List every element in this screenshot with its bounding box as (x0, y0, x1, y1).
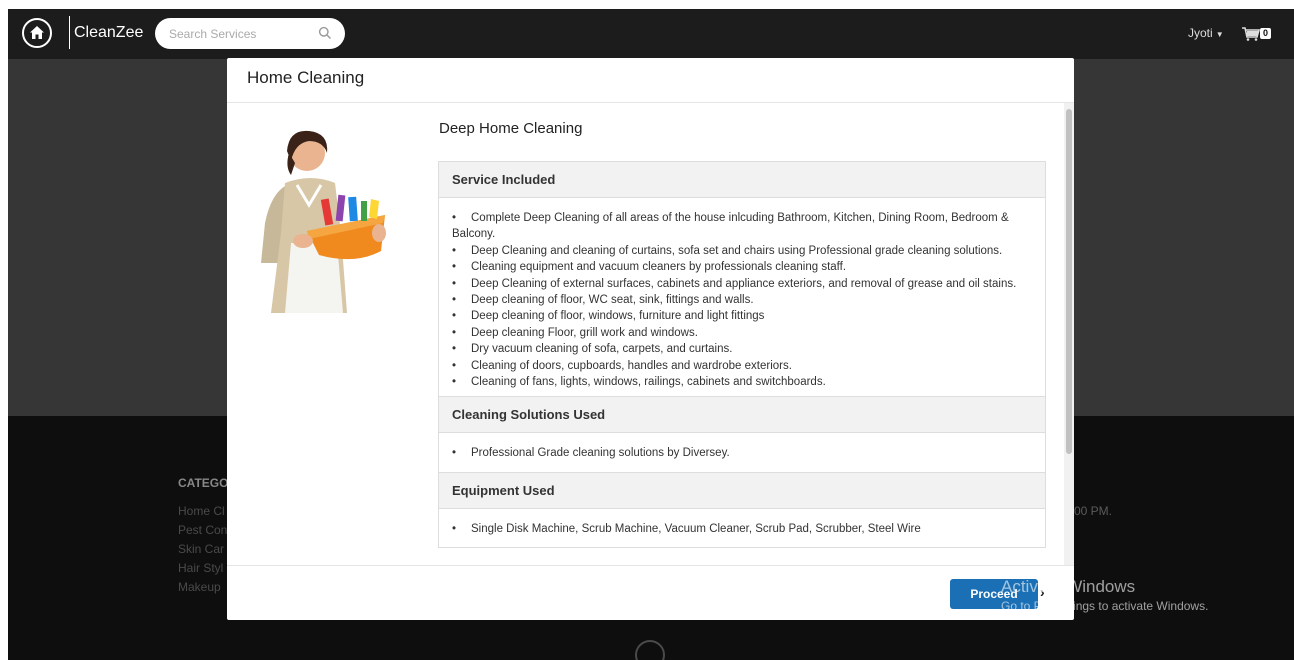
search-icon[interactable] (318, 26, 332, 40)
footer-category-link[interactable]: Skin Car (178, 542, 224, 556)
search-input[interactable] (155, 18, 345, 49)
modal-scrollbar-thumb[interactable] (1066, 109, 1072, 454)
list-item: • Dry vacuum cleaning of sofa, carpets, a… (452, 343, 733, 356)
list-item: • Professional Grade cleaning solutions b… (452, 447, 730, 460)
service-details-panel: Service Included • Complete Deep Cleaning… (438, 161, 1046, 549)
modal-body[interactable]: Deep Home Cleaning Service Included • Com… (227, 103, 1074, 565)
user-name: Jyoti (1188, 26, 1213, 40)
activate-windows-title: Activate Windows (1001, 577, 1136, 596)
list-item: • Deep Cleaning and cleaning of curtains,… (452, 244, 1003, 257)
footer-category-link[interactable]: Hair Styl (178, 561, 223, 575)
service-title: Deep Home Cleaning (439, 120, 583, 137)
service-included-list: • Complete Deep Cleaning of all areas of … (439, 198, 1045, 396)
caret-down-icon: ▼ (1215, 30, 1224, 39)
modal-title: Home Cleaning (247, 68, 365, 87)
brand-divider (69, 16, 70, 49)
cleaning-staff-illustration (261, 130, 386, 313)
list-item: • Cleaning equipment and vacuum cleaners … (452, 261, 847, 274)
list-item: • Deep cleaning of floor, WC seat, sink, … (452, 294, 754, 307)
section-heading-service-included: Service Included (439, 162, 1045, 198)
cleaning-solutions-list: • Professional Grade cleaning solutions b… (439, 433, 1045, 471)
equipment-used-list: • Single Disk Machine, Scrub Machine, Vac… (439, 509, 1045, 547)
activate-windows-subtitle: Go to PC settings to activate Windows. (1001, 599, 1209, 613)
brand-name[interactable]: CleanZee (74, 24, 143, 42)
footer-category-link[interactable]: Pest Con (178, 523, 227, 537)
cart-count-badge: 0 (1260, 28, 1271, 39)
list-item: • Deep Cleaning of external surfaces, cab… (452, 277, 1017, 290)
list-item: • Deep cleaning Floor, grill work and win… (452, 326, 698, 339)
list-item: • Deep cleaning of floor, windows, furnit… (452, 310, 765, 323)
section-heading-equipment-used: Equipment Used (439, 472, 1045, 509)
top-navbar: CleanZee Jyoti▼ 0 (8, 9, 1294, 59)
modal-footer-divider (227, 565, 1074, 566)
user-menu[interactable]: Jyoti ▼ (1188, 26, 1224, 40)
list-item: • Single Disk Machine, Scrub Machine, Vac… (452, 522, 921, 535)
footer-category-link[interactable]: Makeup (178, 580, 221, 594)
section-heading-cleaning-solutions: Cleaning Solutions Used (439, 397, 1045, 434)
service-modal: Home Cleaning Deep Home Cleaning Service… (227, 58, 1074, 620)
cart-icon[interactable] (1242, 27, 1260, 41)
list-item: • Complete Deep Cleaning of all areas of … (452, 212, 1009, 241)
footer-categories-title: CATEGO (178, 476, 229, 490)
list-item: • Cleaning of fans, lights, windows, rail… (452, 376, 826, 389)
footer-category-link[interactable]: Home Cl (178, 504, 225, 518)
footer-hours-text: 00 PM. (1074, 504, 1113, 518)
home-icon[interactable] (22, 18, 52, 48)
app-frame: CleanZee Jyoti▼ 0 CATEGO Home Cl Pest Co… (8, 9, 1294, 660)
list-item: • Cleaning of doors, cupboards, handles a… (452, 359, 792, 372)
